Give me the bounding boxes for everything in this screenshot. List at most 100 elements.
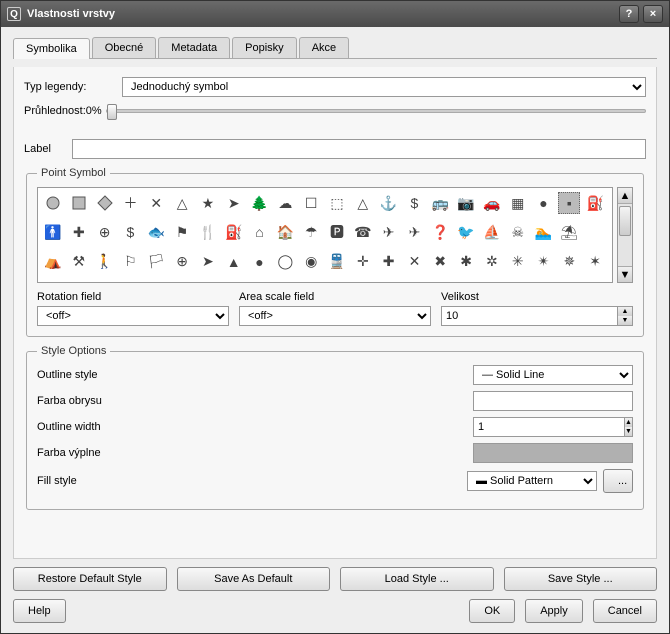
sym-blank-icon[interactable]	[584, 221, 606, 243]
ok-button[interactable]: OK	[469, 599, 515, 623]
sym-ring-icon[interactable]: ◉	[300, 251, 322, 273]
save-style-button[interactable]: Save Style ...	[504, 567, 658, 591]
ow-spin-up-icon[interactable]: ▲	[625, 418, 632, 427]
sym-plus-icon[interactable]: ＋	[119, 192, 141, 214]
sym-car-icon[interactable]: 🚗	[481, 192, 503, 214]
sym-utensils-icon[interactable]: 🍴	[197, 221, 219, 243]
sym-picnic-icon[interactable]: ⛱	[558, 221, 580, 243]
sym-flag2-icon[interactable]: ⚐	[119, 251, 141, 273]
close-titlebar-button[interactable]: ×	[643, 5, 663, 23]
help-button[interactable]: Help	[13, 599, 66, 623]
rotation-field-select[interactable]: <off>	[37, 306, 229, 326]
outline-style-select[interactable]: — Solid Line	[473, 365, 633, 385]
areascale-field-select[interactable]: <off>	[239, 306, 431, 326]
sym-box-outline-icon[interactable]: ☐	[300, 192, 322, 214]
tab-akce[interactable]: Akce	[299, 37, 349, 58]
sym-nav-icon[interactable]: ➤	[197, 251, 219, 273]
sym-star-icon[interactable]: ★	[197, 192, 219, 214]
sym-dollar-icon[interactable]: $	[403, 192, 425, 214]
sym-person-icon[interactable]: 🚹	[42, 221, 64, 243]
sym-square-icon[interactable]	[68, 192, 90, 214]
sym-reticle-icon[interactable]: ⊕	[171, 251, 193, 273]
tab-popisky[interactable]: Popisky	[232, 37, 297, 58]
sym-ast5-icon[interactable]: ✵	[558, 251, 580, 273]
tab-symbolika[interactable]: Symbolika	[13, 38, 90, 59]
sym-circle-icon[interactable]	[42, 192, 64, 214]
fill-style-more-button[interactable]: ...	[603, 469, 633, 493]
tab-obecne[interactable]: Obecné	[92, 37, 157, 58]
outline-color-button[interactable]	[473, 391, 633, 411]
help-titlebar-button[interactable]: ?	[619, 5, 639, 23]
sym-ast4-icon[interactable]: ✴	[533, 251, 555, 273]
sym-ast6-icon[interactable]: ✶	[584, 251, 606, 273]
sym-house-icon[interactable]: ⌂	[249, 221, 271, 243]
fill-color-button[interactable]	[473, 443, 633, 463]
outline-width-input[interactable]	[473, 417, 624, 437]
sym-bullet-icon[interactable]: ●	[249, 251, 271, 273]
load-style-button[interactable]: Load Style ...	[340, 567, 494, 591]
sym-nav2-icon[interactable]: ▲	[223, 251, 245, 273]
sym-ast1-icon[interactable]: ✱	[455, 251, 477, 273]
sym-camera-icon[interactable]: 📷	[455, 192, 477, 214]
sym-fish-icon[interactable]: 🐟	[145, 221, 167, 243]
sym-dollar2-icon[interactable]: $	[119, 221, 141, 243]
transparency-slider[interactable]	[106, 109, 646, 113]
legend-type-combo[interactable]: Jednoduchý symbol	[122, 77, 646, 97]
ow-spin-down-icon[interactable]: ▼	[625, 427, 632, 436]
sym-x2-icon[interactable]: ✕	[403, 251, 425, 273]
sym-diamond-icon[interactable]	[94, 192, 116, 214]
symbol-scrollbar[interactable]: ▲ ▼	[617, 187, 633, 283]
spin-up-icon[interactable]: ▲	[618, 307, 632, 316]
symbol-grid[interactable]: ＋ ✕ △ ★ ➤ 🌲 ☁ ☐ ⬚ △ ⚓ $ 🚌 📷 �	[37, 187, 613, 283]
sym-parking-icon[interactable]: 🅿	[326, 221, 348, 243]
scroll-up-icon[interactable]: ▲	[618, 188, 632, 204]
sym-swim-icon[interactable]: 🏊	[533, 221, 555, 243]
sym-skull-icon[interactable]: ☠	[507, 221, 529, 243]
sym-parachute-icon[interactable]: ☂	[300, 221, 322, 243]
sym-ast3-icon[interactable]: ✳	[507, 251, 529, 273]
sym-x3-icon[interactable]: ✖	[429, 251, 451, 273]
sym-bus-icon[interactable]: 🚌	[429, 192, 451, 214]
sym-home-icon[interactable]: 🏠	[274, 221, 296, 243]
spin-down-icon[interactable]: ▼	[618, 316, 632, 325]
sym-hiker-icon[interactable]: 🚶	[94, 251, 116, 273]
sym-hammer-icon[interactable]: ⚒	[68, 251, 90, 273]
sym-arrow-icon[interactable]: ➤	[223, 192, 245, 214]
cancel-button[interactable]: Cancel	[593, 599, 657, 623]
sym-triangle-icon[interactable]: △	[171, 192, 193, 214]
restore-default-button[interactable]: Restore Default Style	[13, 567, 167, 591]
sym-phone-icon[interactable]: ☎	[352, 221, 374, 243]
sym-grid-icon[interactable]: ▦	[507, 192, 529, 214]
outline-width-spinner[interactable]: ▲▼	[473, 417, 633, 437]
scroll-down-icon[interactable]: ▼	[618, 266, 632, 282]
sym-flag-icon[interactable]: ⚑	[171, 221, 193, 243]
size-spinner[interactable]: ▲▼	[441, 306, 633, 326]
sym-jet-icon[interactable]: ✈	[403, 221, 425, 243]
transparency-thumb[interactable]	[107, 104, 117, 120]
sym-tree-icon[interactable]: 🌲	[249, 192, 271, 214]
size-input[interactable]	[441, 306, 617, 326]
fill-style-select[interactable]: ▬ Solid Pattern	[467, 471, 597, 491]
apply-button[interactable]: Apply	[525, 599, 583, 623]
sym-cloud-icon[interactable]: ☁	[274, 192, 296, 214]
sym-plane-icon[interactable]: ✈	[378, 221, 400, 243]
sym-dot-icon[interactable]: ●	[533, 192, 555, 214]
sym-gas-icon[interactable]: ⛽	[223, 221, 245, 243]
tab-metadata[interactable]: Metadata	[158, 37, 230, 58]
legend-type-select[interactable]: Jednoduchý symbol	[122, 77, 646, 97]
scroll-thumb[interactable]	[619, 206, 631, 236]
sym-flag3-icon[interactable]: 🏳	[145, 251, 167, 273]
save-as-default-button[interactable]: Save As Default	[177, 567, 331, 591]
sym-ast2-icon[interactable]: ✲	[481, 251, 503, 273]
sym-donut-icon[interactable]: ◯	[274, 251, 296, 273]
sym-cross3-icon[interactable]: ✚	[378, 251, 400, 273]
sym-fuel-icon[interactable]: ⛽	[584, 192, 606, 214]
sym-target-icon[interactable]: ⊕	[94, 221, 116, 243]
sym-cross2-icon[interactable]: ✛	[352, 251, 374, 273]
sym-ship-icon[interactable]: ⛵	[481, 221, 503, 243]
label-input[interactable]	[72, 139, 646, 159]
sym-box-dotted-icon[interactable]: ⬚	[326, 192, 348, 214]
sym-selected-icon[interactable]: ▪	[558, 192, 580, 214]
sym-tent-icon[interactable]: ⛺	[42, 251, 64, 273]
sym-cross-icon[interactable]: ✚	[68, 221, 90, 243]
